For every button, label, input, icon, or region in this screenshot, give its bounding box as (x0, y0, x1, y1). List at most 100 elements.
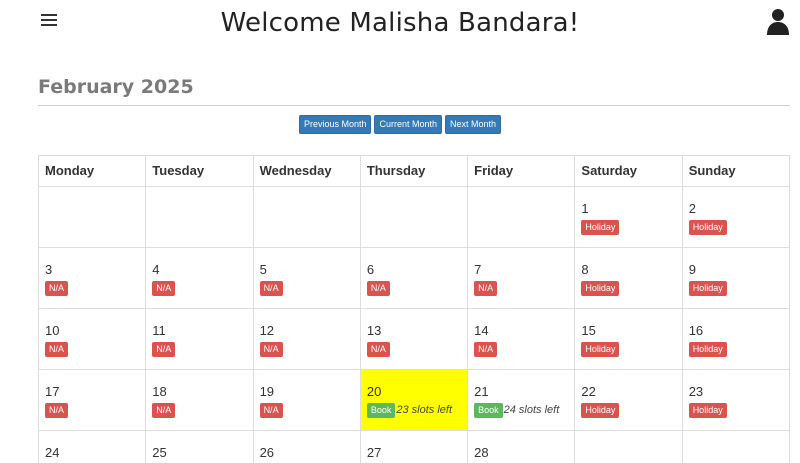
month-heading: February 2025 (38, 76, 194, 98)
day-number: 3 (45, 262, 53, 277)
day-number: 13 (366, 323, 382, 338)
day-number: 15 (581, 323, 596, 338)
day-number: 22 (581, 384, 596, 399)
not-available-badge: N/A (152, 403, 176, 418)
day-number: 25 (152, 445, 167, 460)
holiday-badge: Holiday (581, 220, 620, 235)
book-button[interactable]: Book (366, 403, 396, 418)
holiday-badge: Holiday (581, 403, 620, 418)
calendar-table: Monday Tuesday Wednesday Thursday Friday… (37, 155, 791, 463)
day-number: 11 (152, 323, 166, 338)
calendar-day-cell[interactable]: 12 N/A (252, 308, 361, 370)
calendar-day-cell[interactable]: 10 N/A (37, 308, 147, 370)
calendar-day-cell[interactable]: 23 Holiday (681, 369, 791, 431)
calendar-day-cell[interactable]: 24 (37, 430, 147, 463)
calendar-day-cell[interactable]: 14 N/A (467, 308, 576, 370)
day-number: 2 (688, 201, 696, 216)
holiday-badge: Holiday (581, 342, 620, 357)
calendar-day-cell[interactable]: 20 Book 23 slots left (359, 369, 469, 431)
slots-left-text: 24 slots left (503, 404, 560, 416)
calendar-week-row: 24 25 26 27 28 (37, 430, 791, 463)
calendar-day-cell[interactable]: 16 Holiday (681, 308, 791, 370)
calendar-day-cell[interactable]: 17 N/A (37, 369, 147, 431)
previous-month-button[interactable]: Previous Month (298, 115, 372, 134)
slots-left-text: 23 slots left (396, 404, 452, 416)
holiday-badge: Holiday (688, 342, 727, 357)
calendar-day-cell (681, 430, 791, 463)
day-number: 18 (152, 384, 167, 399)
calendar-week-row: 3 N/A 4 N/A 5 N/A 6 N/A 7 N/A 8 Holiday 9 Holiday (37, 247, 791, 309)
calendar-day-cell[interactable]: 15 Holiday (574, 308, 683, 370)
calendar-day-cell[interactable]: 2 Holiday (681, 186, 791, 248)
day-number: 19 (259, 384, 275, 399)
day-number: 4 (152, 262, 160, 277)
heading-divider (38, 105, 790, 106)
page-title: Welcome Malisha Bandara! (220, 8, 580, 38)
weekday-header: Saturday (574, 155, 683, 187)
not-available-badge: N/A (259, 342, 283, 357)
not-available-badge: N/A (152, 342, 176, 357)
holiday-badge: Holiday (688, 403, 727, 418)
calendar-day-cell[interactable]: 21 Book 24 slots left (467, 369, 576, 431)
day-number: 12 (259, 323, 275, 338)
calendar-day-cell[interactable]: 8 Holiday (574, 247, 683, 309)
calendar-day-cell[interactable]: 13 N/A (359, 308, 469, 370)
user-icon[interactable] (766, 8, 790, 36)
calendar-day-cell[interactable]: 19 N/A (252, 369, 361, 431)
calendar-day-cell (467, 186, 576, 248)
not-available-badge: N/A (474, 281, 498, 296)
next-month-button[interactable]: Next Month (445, 115, 502, 134)
not-available-badge: N/A (259, 281, 283, 296)
day-number: 26 (259, 445, 275, 460)
day-number: 1 (581, 201, 589, 216)
calendar-day-cell[interactable]: 27 (359, 430, 469, 463)
weekday-header-row: Monday Tuesday Wednesday Thursday Friday… (37, 155, 791, 187)
not-available-badge: N/A (259, 403, 283, 418)
calendar-day-cell[interactable]: 6 N/A (359, 247, 469, 309)
day-number: 10 (45, 323, 60, 338)
holiday-badge: Holiday (581, 281, 620, 296)
calendar-day-cell[interactable]: 9 Holiday (681, 247, 791, 309)
holiday-badge: Holiday (688, 220, 727, 235)
calendar-day-cell[interactable]: 3 N/A (37, 247, 147, 309)
day-number: 5 (259, 262, 267, 277)
not-available-badge: N/A (45, 281, 69, 296)
calendar-day-cell[interactable]: 11 N/A (145, 308, 254, 370)
calendar-day-cell[interactable]: 4 N/A (145, 247, 254, 309)
calendar-day-cell[interactable]: 18 N/A (145, 369, 254, 431)
month-navigation: Previous Month Current Month Next Month (0, 115, 800, 134)
calendar-day-cell[interactable]: 1 Holiday (574, 186, 683, 248)
not-available-badge: N/A (45, 342, 69, 357)
calendar-day-cell[interactable]: 5 N/A (252, 247, 361, 309)
calendar-day-cell (574, 430, 683, 463)
weekday-header: Friday (467, 155, 576, 187)
calendar-week-row: 17 N/A 18 N/A 19 N/A 20 Book 23 slots left 21 Book… (37, 369, 791, 431)
calendar-day-cell[interactable]: 7 N/A (467, 247, 576, 309)
calendar-week-row: 10 N/A 11 N/A 12 N/A 13 N/A 14 N/A 15 Holiday 16 Holi… (37, 308, 791, 370)
day-number: 28 (474, 445, 489, 460)
calendar-day-cell[interactable]: 26 (252, 430, 361, 463)
weekday-header: Thursday (359, 155, 469, 187)
day-number: 6 (366, 262, 375, 277)
day-number: 27 (366, 445, 382, 460)
calendar-day-cell[interactable]: 25 (145, 430, 254, 463)
weekday-header: Tuesday (145, 155, 254, 187)
day-number: 23 (688, 384, 704, 399)
weekday-header: Sunday (681, 155, 791, 187)
calendar-day-cell[interactable]: 28 (467, 430, 576, 463)
calendar-day-cell (359, 186, 469, 248)
day-number: 20 (366, 384, 382, 399)
holiday-badge: Holiday (688, 281, 727, 296)
not-available-badge: N/A (474, 342, 498, 357)
calendar-day-cell[interactable]: 22 Holiday (574, 369, 683, 431)
calendar-day-cell (145, 186, 254, 248)
current-month-button[interactable]: Current Month (374, 115, 443, 134)
calendar-week-row: 1 Holiday 2 Holiday (37, 186, 791, 248)
not-available-badge: N/A (152, 281, 176, 296)
not-available-badge: N/A (45, 403, 69, 418)
book-button[interactable]: Book (474, 403, 503, 418)
calendar-day-cell (252, 186, 361, 248)
calendar-day-cell (37, 186, 147, 248)
day-number: 21 (474, 384, 489, 399)
day-number: 7 (474, 262, 482, 277)
